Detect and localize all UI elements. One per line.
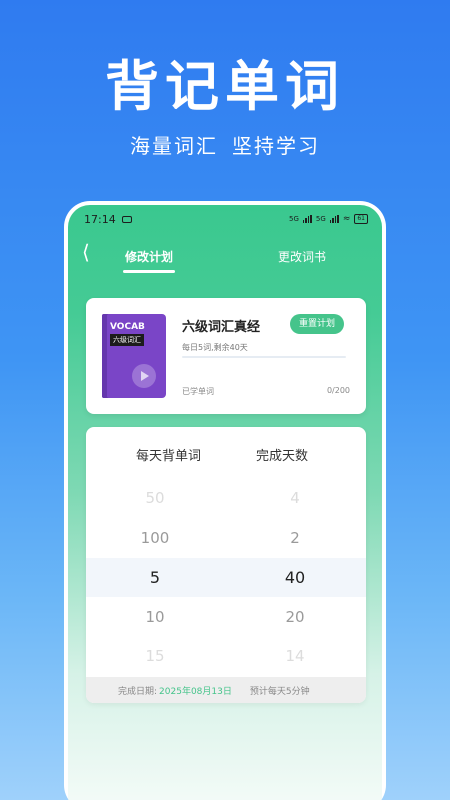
daily-plan-info: 每日5词,剩余40天 [182, 343, 248, 352]
book-card: VOCAB 六级词汇 六级词汇真经 重置计划 每日5词,剩余40天 已学单词 0… [86, 298, 366, 414]
words-per-day-header: 每天背单词 [136, 449, 202, 464]
cover-title: VOCAB [110, 322, 145, 332]
picker-option[interactable]: 50 [105, 479, 205, 519]
finish-date-label: 完成日期: [118, 686, 158, 697]
top-nav: ⟨ 修改计划 更改词书 [68, 233, 382, 281]
book-cover: VOCAB 六级词汇 [102, 314, 166, 398]
finish-date-value: 2025年08月13日 [159, 686, 232, 697]
network-b-label: 5G [315, 215, 326, 223]
app-screen: 17:14 5G 5G ≈ 61 ⟨ 修改计划 更改词书 VOCAB 六级词汇 [68, 205, 382, 800]
status-bar: 17:14 5G 5G ≈ 61 [68, 205, 382, 233]
status-time: 17:14 [84, 212, 116, 226]
network-a-label: 5G [289, 215, 299, 223]
days-to-finish-wheel[interactable]: 4 2 40 20 14 [245, 479, 345, 677]
picker-option[interactable]: 2 [245, 519, 345, 559]
promo-subtitle: 海量词汇 坚持学习 [0, 130, 450, 159]
signal-icon [329, 215, 339, 223]
learning-progress-bar [182, 356, 346, 358]
wifi-icon: ≈ [342, 214, 351, 224]
cover-subtitle: 六级词汇 [110, 334, 144, 346]
reset-plan-button[interactable]: 重置计划 [290, 314, 345, 334]
chevron-left-icon: ⟨ [82, 240, 90, 264]
days-to-finish-header: 完成天数 [256, 449, 309, 464]
signal-icon [302, 215, 312, 223]
plan-picker: 每天背单词 完成天数 50 100 5 10 15 4 2 40 20 14 完… [86, 427, 366, 703]
learned-words-count: 0/200 [326, 386, 350, 395]
picker-option[interactable]: 10 [105, 598, 205, 638]
picker-option[interactable]: 4 [245, 479, 345, 519]
picker-option[interactable]: 14 [245, 637, 345, 677]
picker-option-selected[interactable]: 5 [105, 558, 205, 598]
battery-icon: 61 [354, 214, 368, 224]
picker-option-selected[interactable]: 40 [245, 558, 345, 598]
picker-option[interactable]: 15 [105, 637, 205, 677]
words-per-day-wheel[interactable]: 50 100 5 10 15 [105, 479, 205, 677]
picker-option[interactable]: 100 [105, 519, 205, 559]
phone-frame: 17:14 5G 5G ≈ 61 ⟨ 修改计划 更改词书 VOCAB 六级词汇 [64, 201, 386, 800]
promo-subtitle-right: 坚持学习 [232, 134, 320, 158]
plan-summary-footer: 完成日期: 2025年08月13日 预计每天5分钟 [86, 677, 366, 703]
tab-change-book[interactable]: 更改词书 [278, 248, 326, 265]
daily-time-estimate: 预计每天5分钟 [249, 686, 310, 697]
back-button[interactable]: ⟨ [82, 240, 102, 264]
notification-icon [121, 215, 132, 223]
learned-words-label: 已学单词 [182, 387, 214, 396]
tab-modify-plan[interactable]: 修改计划 [122, 248, 176, 273]
book-name: 六级词汇真经 [182, 320, 261, 335]
promo-title: 背记单词 [105, 55, 345, 118]
play-icon [132, 364, 156, 388]
picker-option[interactable]: 20 [245, 598, 345, 638]
promo-subtitle-left: 海量词汇 [130, 134, 218, 158]
